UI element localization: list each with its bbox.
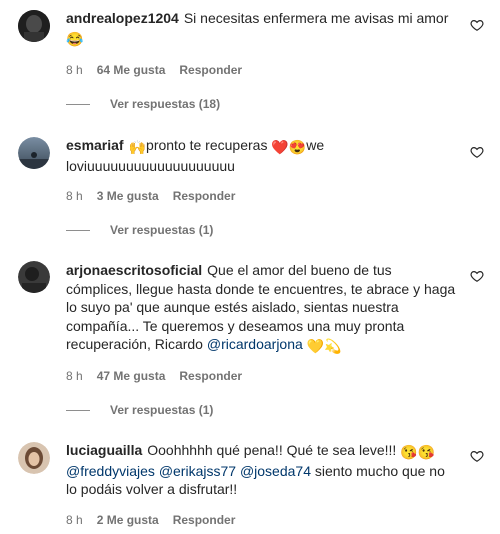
comment-username[interactable]: esmariaf <box>66 137 124 153</box>
comment-mention-1[interactable]: @freddyviajes <box>66 463 155 479</box>
view-replies-label: Ver respuestas (1) <box>110 223 214 237</box>
comment-time: 8 h <box>66 63 83 77</box>
comment-text: Ooohhhhh qué pena!! Qué te sea leve!!! <box>147 442 397 458</box>
divider <box>66 409 90 411</box>
heart-outline-icon[interactable] <box>470 269 484 283</box>
reply-button[interactable]: Responder <box>179 63 242 77</box>
reply-button[interactable]: Responder <box>179 369 242 383</box>
comment-meta: 8 h 2 Me gusta Responder <box>66 513 249 527</box>
comment-mention-2[interactable]: @erikajss77 <box>159 463 236 479</box>
comment-time: 8 h <box>66 513 83 527</box>
comment-text: pronto te recuperas <box>146 137 268 153</box>
avatar[interactable] <box>18 137 50 169</box>
heart-outline-icon[interactable] <box>470 18 484 32</box>
comment-meta: 8 h 47 Me gusta Responder <box>66 369 256 383</box>
comment-meta: 8 h 64 Me gusta Responder <box>66 63 256 77</box>
comment-emoji: ❤️😍 <box>271 139 307 155</box>
avatar[interactable] <box>18 10 50 42</box>
comment-mention-3[interactable]: @joseda74 <box>240 463 311 479</box>
comment-time: 8 h <box>66 369 83 383</box>
reply-button[interactable]: Responder <box>173 189 236 203</box>
comment-username[interactable]: arjonaescritosoficial <box>66 262 202 278</box>
view-replies-button[interactable]: Ver respuestas (18) <box>66 97 220 111</box>
view-replies-label: Ver respuestas (1) <box>110 403 214 417</box>
avatar[interactable] <box>18 442 50 474</box>
comment-text: Si necesitas enfermera me avisas mi amor <box>183 10 449 26</box>
comment-time: 8 h <box>66 189 83 203</box>
divider <box>66 103 90 105</box>
comment-username[interactable]: luciaguailla <box>66 442 142 458</box>
avatar[interactable] <box>18 261 50 293</box>
comment-body: andrealopez1204 Si necesitas enfermera me… <box>66 9 456 48</box>
comment-body: luciaguailla Ooohhhhh qué pena!! Qué te s… <box>66 441 456 499</box>
likes-count[interactable]: 2 Me gusta <box>97 513 159 527</box>
comment-emoji: 💛💫 <box>306 338 342 354</box>
comment-emoji: 😂 <box>66 30 84 47</box>
comment-emoji: 😘😘 <box>400 444 436 460</box>
reply-button[interactable]: Responder <box>173 513 236 527</box>
comment-prefix-emoji: 🙌 <box>128 139 147 155</box>
comment-username[interactable]: andrealopez1204 <box>66 10 179 26</box>
view-replies-button[interactable]: Ver respuestas (1) <box>66 223 213 237</box>
heart-outline-icon[interactable] <box>470 145 484 159</box>
likes-count[interactable]: 47 Me gusta <box>97 369 166 383</box>
comment-mention[interactable]: @ricardoarjona <box>207 336 303 352</box>
likes-count[interactable]: 3 Me gusta <box>97 189 159 203</box>
divider <box>66 229 90 231</box>
view-replies-label: Ver respuestas (18) <box>110 97 221 111</box>
likes-count[interactable]: 64 Me gusta <box>97 63 166 77</box>
comment-meta: 8 h 3 Me gusta Responder <box>66 189 249 203</box>
comment-body: arjonaescritosoficial Que el amor del bue… <box>66 261 456 356</box>
heart-outline-icon[interactable] <box>470 449 484 463</box>
comment-body: esmariaf 🙌pronto te recuperas ❤️😍we loviu… <box>66 136 456 175</box>
view-replies-button[interactable]: Ver respuestas (1) <box>66 403 213 417</box>
